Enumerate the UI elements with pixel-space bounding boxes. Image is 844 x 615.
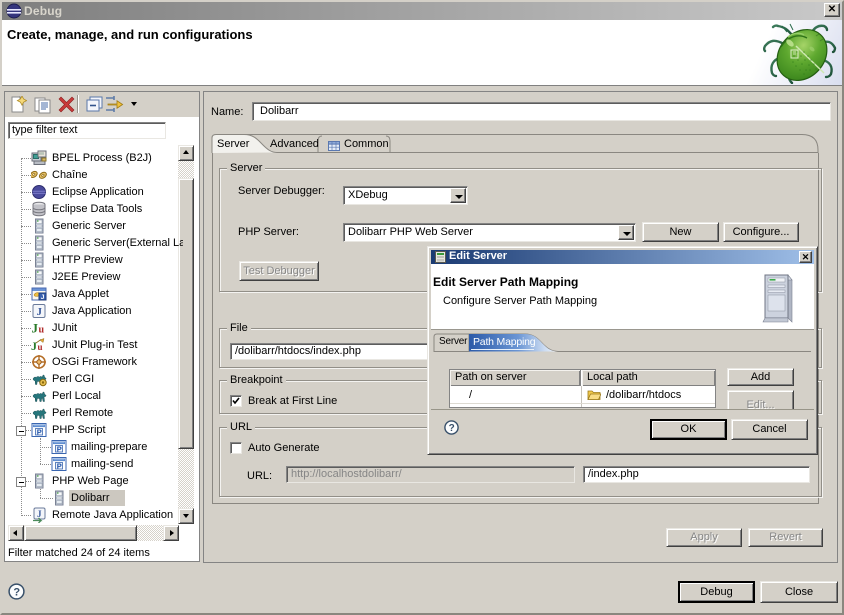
svg-text:?: ? bbox=[13, 586, 20, 598]
svg-text:?: ? bbox=[449, 423, 455, 434]
